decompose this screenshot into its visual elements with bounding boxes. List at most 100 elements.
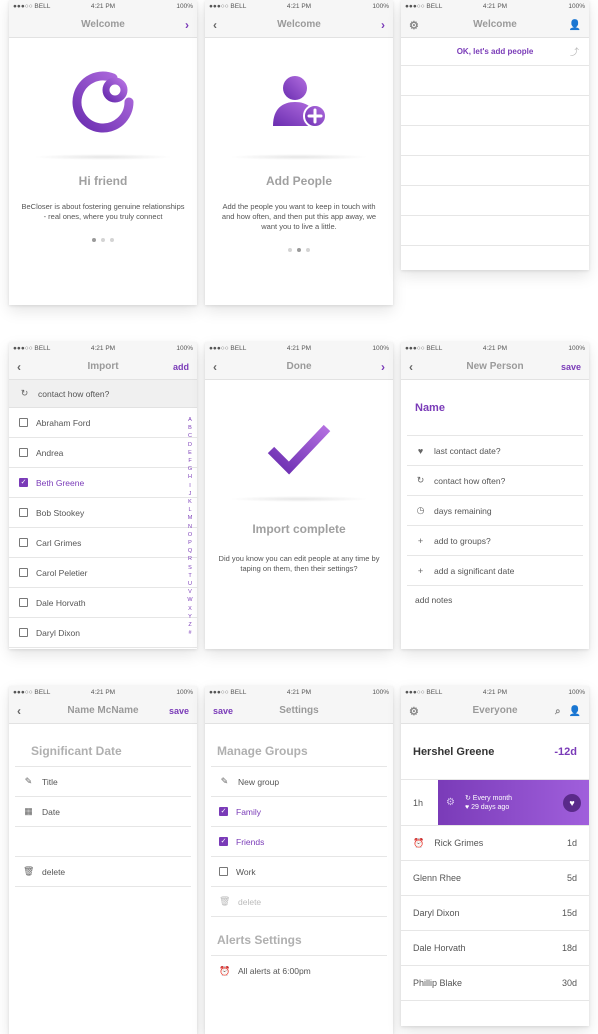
person-field[interactable]: ↻ contact how often? bbox=[407, 466, 583, 496]
swipe-frequency: ↻ Every month bbox=[464, 794, 513, 802]
delete-button[interactable]: 🗑 delete bbox=[15, 857, 191, 887]
swipe-last-contact: ♥ 29 days ago bbox=[464, 803, 510, 811]
save-button[interactable]: save bbox=[213, 698, 233, 724]
list-item[interactable]: Carol Peletier bbox=[9, 558, 197, 588]
back-button[interactable]: ‹ bbox=[213, 354, 217, 380]
list-item[interactable]: Daryl Dixon bbox=[9, 618, 197, 648]
person-field[interactable]: ♥ last contact date? bbox=[407, 436, 583, 466]
alphabet-letter[interactable]: L bbox=[186, 506, 194, 514]
person-field[interactable]: + add a significant date bbox=[407, 556, 583, 586]
alphabet-letter[interactable]: Y bbox=[186, 613, 194, 621]
alphabet-letter[interactable]: # bbox=[186, 629, 194, 637]
alphabet-letter[interactable]: B bbox=[186, 424, 194, 432]
alphabet-letter[interactable]: V bbox=[186, 588, 194, 596]
save-button[interactable]: save bbox=[561, 354, 581, 380]
gear-icon[interactable]: ⚙ bbox=[446, 797, 455, 808]
back-button[interactable]: ‹ bbox=[17, 354, 21, 380]
alphabet-letter[interactable]: J bbox=[186, 490, 194, 498]
empty-row bbox=[401, 156, 589, 186]
add-person-button[interactable]: 👤 bbox=[569, 12, 581, 38]
list-item[interactable]: Dale Horvath 18d bbox=[401, 931, 589, 966]
alphabet-letter[interactable]: X bbox=[186, 605, 194, 613]
list-item[interactable]: Dale Horvath bbox=[9, 588, 197, 618]
save-button[interactable]: save bbox=[169, 698, 189, 724]
delete-group-button[interactable]: 🗑 delete bbox=[211, 887, 387, 917]
new-group-button[interactable]: ✎ New group bbox=[211, 767, 387, 797]
back-button[interactable]: ‹ bbox=[17, 698, 21, 724]
swipe-action-panel[interactable]: ⚙ ↻ Every month ♥ 29 days ago ♥ bbox=[438, 780, 589, 825]
date-field[interactable]: ▦ Date bbox=[15, 797, 191, 827]
add-user-icon[interactable]: 👤 bbox=[569, 706, 581, 717]
frequency-filter[interactable]: ↻ contact how often? bbox=[9, 380, 197, 408]
title-field[interactable]: ✎ Title bbox=[15, 767, 191, 797]
list-item[interactable]: Andrea bbox=[9, 438, 197, 468]
settings-button[interactable]: ⚙ bbox=[409, 698, 419, 724]
group-item[interactable]: Friends bbox=[211, 827, 387, 857]
list-item[interactable]: ⏰ Rick Grimes 1d bbox=[401, 826, 589, 861]
list-item[interactable]: Abraham Ford bbox=[9, 408, 197, 438]
checkbox[interactable] bbox=[219, 867, 228, 876]
heart-button[interactable]: ♥ bbox=[563, 793, 581, 812]
alphabet-letter[interactable]: K bbox=[186, 498, 194, 506]
person-field[interactable]: ◷ days remaining bbox=[407, 496, 583, 526]
back-button[interactable]: ‹ bbox=[213, 12, 217, 38]
alphabet-letter[interactable]: H bbox=[186, 473, 194, 481]
checkbox[interactable] bbox=[19, 418, 28, 427]
notes-field[interactable]: add notes bbox=[401, 586, 589, 614]
alphabet-letter[interactable]: U bbox=[186, 580, 194, 588]
alphabet-letter[interactable]: Z bbox=[186, 621, 194, 629]
search-icon[interactable]: ⌕ bbox=[555, 706, 561, 717]
next-button[interactable]: › bbox=[185, 12, 189, 38]
alphabet-letter[interactable]: D bbox=[186, 441, 194, 449]
alphabet-letter[interactable]: P bbox=[186, 539, 194, 547]
alphabet-letter[interactable]: E bbox=[186, 449, 194, 457]
next-button[interactable]: › bbox=[381, 12, 385, 38]
add-button[interactable]: add bbox=[173, 354, 189, 380]
top-contact-card[interactable]: Hershel Greene -12d bbox=[401, 724, 589, 780]
list-item[interactable]: Carl Grimes bbox=[9, 528, 197, 558]
swiped-row[interactable]: 1h ⚙ ↻ Every month ♥ 29 days ago ♥ bbox=[401, 780, 589, 826]
alphabet-letter[interactable]: I bbox=[186, 482, 194, 490]
checkbox[interactable] bbox=[19, 448, 28, 457]
checkbox[interactable] bbox=[219, 807, 228, 816]
add-people-banner[interactable]: OK, let's add people ⤴ bbox=[401, 38, 589, 66]
alphabet-letter[interactable]: W bbox=[186, 596, 194, 604]
alphabet-letter[interactable]: O bbox=[186, 531, 194, 539]
group-item[interactable]: Work bbox=[211, 857, 387, 887]
alphabet-index[interactable]: A B C D E F G H I J K L M N O P Q R S T U V W X Y Z # bbox=[186, 416, 194, 637]
next-button[interactable]: › bbox=[381, 354, 385, 380]
alert-time-row[interactable]: ⏰ All alerts at 6:00pm bbox=[211, 956, 387, 986]
alphabet-letter[interactable]: C bbox=[186, 432, 194, 440]
name-field[interactable]: Name bbox=[407, 380, 583, 436]
checkbox[interactable] bbox=[19, 538, 28, 547]
alphabet-letter[interactable]: M bbox=[186, 514, 194, 522]
alphabet-letter[interactable]: G bbox=[186, 465, 194, 473]
settings-button[interactable]: ⚙ bbox=[409, 12, 419, 38]
list-item[interactable]: Daryl Dixon 15d bbox=[401, 896, 589, 931]
list-item[interactable]: Glenn Rhee 5d bbox=[401, 861, 589, 896]
alphabet-letter[interactable]: Q bbox=[186, 547, 194, 555]
group-item[interactable]: Family bbox=[211, 797, 387, 827]
page-indicator[interactable] bbox=[9, 238, 197, 242]
date-label: Date bbox=[42, 806, 60, 817]
empty-row bbox=[401, 216, 589, 246]
checkbox[interactable] bbox=[19, 628, 28, 637]
list-item[interactable]: Beth Greene bbox=[9, 468, 197, 498]
person-field[interactable]: + add to groups? bbox=[407, 526, 583, 556]
status-bar: ●●●○○ BELL 4:21 PM 100% bbox=[401, 342, 589, 354]
back-button[interactable]: ‹ bbox=[409, 354, 413, 380]
list-item[interactable]: Phillip Blake 30d bbox=[401, 966, 589, 1001]
checkbox[interactable] bbox=[19, 478, 28, 487]
checkbox[interactable] bbox=[219, 837, 228, 846]
alphabet-letter[interactable]: R bbox=[186, 555, 194, 563]
alphabet-letter[interactable]: N bbox=[186, 523, 194, 531]
checkbox[interactable] bbox=[19, 568, 28, 577]
checkbox[interactable] bbox=[19, 598, 28, 607]
list-item[interactable]: Bob Stookey bbox=[9, 498, 197, 528]
alphabet-letter[interactable]: S bbox=[186, 564, 194, 572]
alphabet-letter[interactable]: F bbox=[186, 457, 194, 465]
page-indicator[interactable] bbox=[205, 248, 393, 252]
alphabet-letter[interactable]: A bbox=[186, 416, 194, 424]
checkbox[interactable] bbox=[19, 508, 28, 517]
alphabet-letter[interactable]: T bbox=[186, 572, 194, 580]
